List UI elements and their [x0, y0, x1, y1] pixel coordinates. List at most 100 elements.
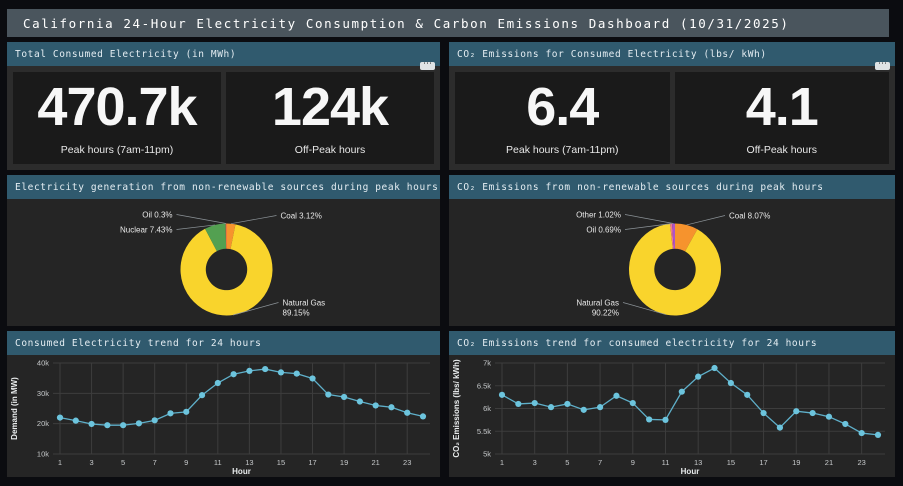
x-tick-label: 17: [308, 458, 316, 467]
kpi-peak-electricity: 470.7k Peak hours (7am-11pm): [13, 72, 221, 164]
data-point: [564, 401, 570, 407]
data-point: [515, 401, 521, 407]
data-point: [341, 394, 347, 400]
data-point: [744, 392, 750, 398]
x-tick-label: 11: [662, 458, 670, 467]
data-point: [760, 410, 766, 416]
data-point: [679, 389, 685, 395]
y-tick-label: 7k: [483, 359, 491, 368]
kpi-value: 6.4: [526, 80, 598, 134]
trend-row: Consumed Electricity trend for 24 hours …: [7, 331, 896, 477]
data-point: [325, 391, 331, 397]
data-point: [695, 374, 701, 380]
kpi-peak-co2: 6.4 Peak hours (7am-11pm): [455, 72, 670, 164]
line-chart-svg: 5k5.5k6k6.5k7k1357911131517192123HourCO₂…: [449, 355, 895, 477]
panel-title: CO₂ Emissions from non-renewable sources…: [457, 182, 824, 193]
data-point: [597, 404, 603, 410]
x-tick-label: 11: [214, 458, 222, 467]
pie-label-leader: [625, 214, 674, 223]
donut-row: Electricity generation from non-renewabl…: [7, 175, 896, 326]
line-chart-electricity-trend: 10k20k30k40k1357911131517192123HourDeman…: [7, 355, 440, 477]
data-point: [309, 375, 315, 381]
data-point: [532, 400, 538, 406]
x-tick-label: 7: [153, 458, 157, 467]
data-point: [231, 371, 237, 377]
data-point: [662, 417, 668, 423]
x-axis-title: Hour: [232, 467, 251, 476]
data-point: [548, 404, 554, 410]
x-tick-label: 9: [184, 458, 188, 467]
panel-header-generation-sources: Electricity generation from non-renewabl…: [7, 175, 440, 199]
dashboard-title: California 24-Hour Electricity Consumpti…: [23, 16, 790, 31]
kpi-label: Off-Peak hours: [295, 144, 365, 156]
panel-menu-icon[interactable]: ⋯: [875, 62, 890, 70]
data-point: [810, 410, 816, 416]
x-axis-title: Hour: [681, 467, 700, 476]
data-point: [499, 392, 505, 398]
kpi-body: 470.7k Peak hours (7am-11pm) 124k Off-Pe…: [7, 66, 440, 170]
pie-label-oil: Oil 0.69%: [586, 225, 621, 234]
y-tick-label: 6k: [483, 404, 491, 413]
kpi-offpeak-co2: 4.1 Off-Peak hours: [675, 72, 890, 164]
kpi-value: 470.7k: [37, 80, 196, 134]
line-series: [502, 368, 878, 435]
kpi-body: 6.4 Peak hours (7am-11pm) 4.1 Off-Peak h…: [449, 66, 895, 170]
panel-title: Electricity generation from non-renewabl…: [15, 182, 438, 193]
y-tick-label: 20k: [37, 419, 49, 428]
data-point: [104, 422, 110, 428]
donut-chart-svg: Coal 3.12%Natural Gas89.15%Nuclear 7.43%…: [7, 199, 440, 326]
panel-generation-sources: Electricity generation from non-renewabl…: [7, 175, 440, 326]
x-tick-label: 1: [58, 458, 62, 467]
y-axis-title: Demand (in MW): [10, 377, 19, 440]
panel-co2-for-consumed: CO₂ Emissions for Consumed Electricity (…: [449, 42, 895, 170]
panel-title: Consumed Electricity trend for 24 hours: [15, 338, 261, 349]
pie-label-natural-gas: Natural Gas89.15%: [283, 298, 326, 317]
y-tick-label: 5.5k: [477, 427, 491, 436]
panel-total-electricity: Total Consumed Electricity (in MWh) ⋯ 47…: [7, 42, 440, 170]
data-point: [875, 432, 881, 438]
data-point: [613, 393, 619, 399]
data-point: [167, 410, 173, 416]
data-point: [246, 368, 252, 374]
line-chart-co2-trend: 5k5.5k6k6.5k7k1357911131517192123HourCO₂…: [449, 355, 895, 477]
data-point: [630, 400, 636, 406]
data-point: [57, 415, 63, 421]
kpi-offpeak-electricity: 124k Off-Peak hours: [226, 72, 434, 164]
data-point: [357, 398, 363, 404]
y-tick-label: 10k: [37, 450, 49, 459]
x-tick-label: 3: [533, 458, 537, 467]
data-point: [388, 404, 394, 410]
data-point: [215, 380, 221, 386]
x-tick-label: 3: [89, 458, 93, 467]
x-tick-label: 5: [121, 458, 125, 467]
data-point: [859, 430, 865, 436]
x-tick-label: 13: [245, 458, 253, 467]
data-point: [711, 365, 717, 371]
panel-menu-icon[interactable]: ⋯: [420, 62, 435, 70]
line-chart-svg: 10k20k30k40k1357911131517192123HourDeman…: [7, 355, 440, 477]
dashboard: California 24-Hour Electricity Consumpti…: [0, 0, 903, 486]
pie-label-coal: Coal 3.12%: [281, 211, 322, 220]
x-tick-label: 5: [565, 458, 569, 467]
panel-header-emission-sources: CO₂ Emissions from non-renewable sources…: [449, 175, 895, 199]
data-point: [842, 421, 848, 427]
data-point: [278, 369, 284, 375]
panel-emission-sources: CO₂ Emissions from non-renewable sources…: [449, 175, 895, 326]
data-point: [404, 410, 410, 416]
x-tick-label: 19: [340, 458, 348, 467]
data-point: [199, 392, 205, 398]
x-tick-label: 21: [825, 458, 833, 467]
x-tick-label: 13: [694, 458, 702, 467]
pie-label-leader: [687, 215, 725, 224]
x-tick-label: 1: [500, 458, 504, 467]
panel-title: CO₂ Emissions for Consumed Electricity (…: [457, 49, 767, 60]
data-point: [152, 417, 158, 423]
x-tick-label: 23: [403, 458, 411, 467]
data-point: [793, 408, 799, 414]
data-point: [777, 425, 783, 431]
pie-label-other: Other 1.02%: [576, 210, 621, 219]
y-axis-title: CO₂ Emissions (lbs/ kWh): [452, 359, 461, 458]
data-point: [728, 380, 734, 386]
data-point: [294, 371, 300, 377]
kpi-value: 124k: [272, 80, 388, 134]
